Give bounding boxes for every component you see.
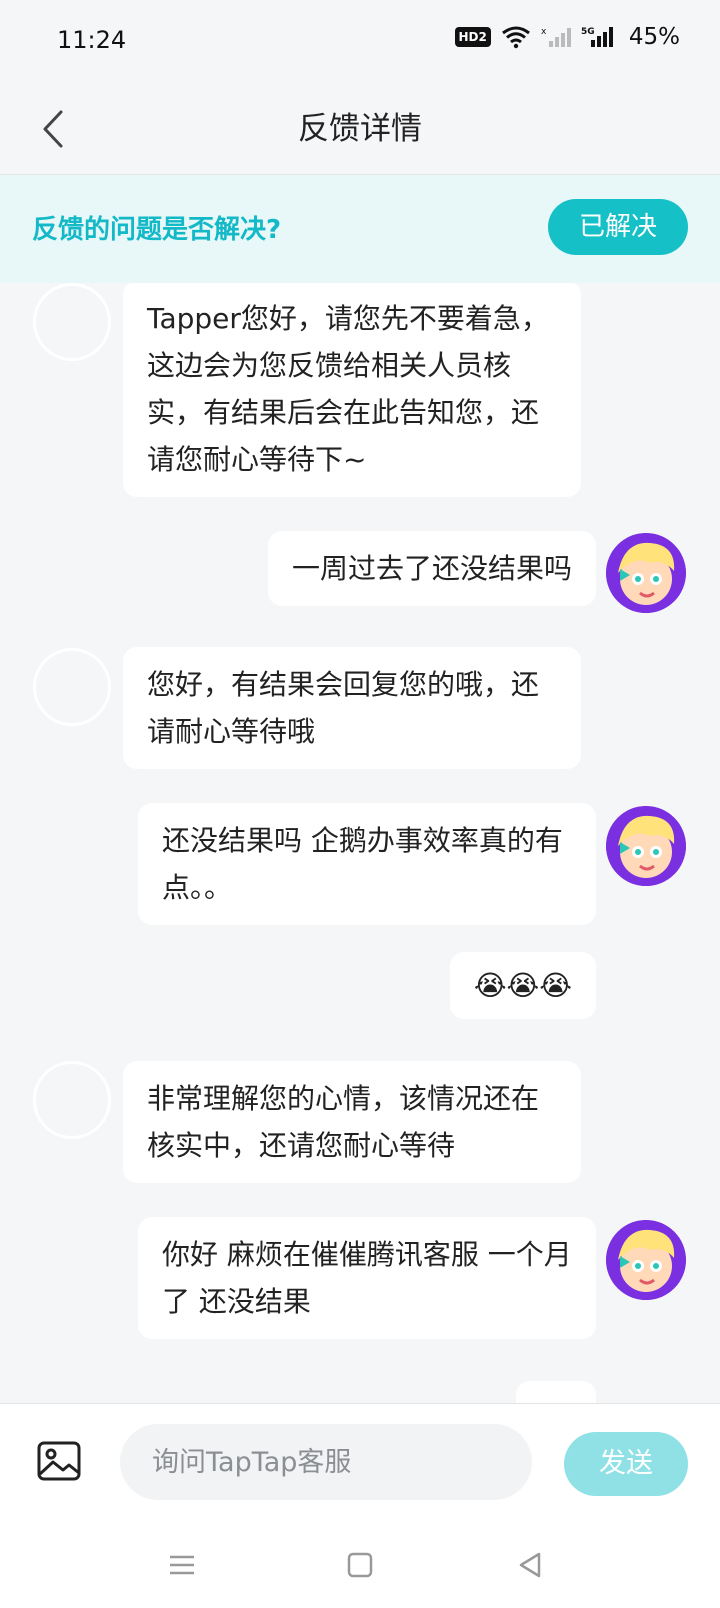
svg-text:x: x (541, 27, 547, 37)
status-icons: HD2 x 5G 45% (454, 24, 680, 50)
send-button[interactable]: 发送 (564, 1432, 688, 1496)
message-bubble-support: 您好，有结果会回复您的哦，还请耐心等待哦 (123, 647, 581, 769)
message-bubble-user: 你好 麻烦在催催腾讯客服 一个月了 还没结果 (138, 1217, 596, 1339)
resolve-banner: 反馈的问题是否解决? 已解决 (0, 175, 720, 283)
user-avatar[interactable] (606, 806, 686, 886)
avatar-character-icon (606, 806, 686, 886)
support-avatar (33, 1061, 111, 1139)
wifi-icon (501, 26, 530, 49)
system-navigation-bar (0, 1523, 720, 1608)
nav-bar: 反馈详情 (0, 84, 720, 175)
page-title: 反馈详情 (298, 111, 422, 147)
message-bubble-user: 一周过去了还没结果吗 (267, 531, 596, 606)
message-input[interactable] (120, 1424, 532, 1500)
triangle-back-icon (519, 1552, 541, 1578)
message-bubble-partial (516, 1381, 596, 1403)
signal-5g-icon: 5G (581, 27, 613, 47)
input-bar: 发送 (0, 1403, 720, 1524)
message-bubble-support: Tapper您好，请您先不要着急，这边会为您反馈给相关人员核实，有结果后会在此告… (123, 283, 581, 497)
back-nav-button[interactable] (508, 1543, 552, 1587)
signal-no-sim-icon: x (541, 27, 571, 47)
resolve-question: 反馈的问题是否解决? (32, 215, 282, 245)
menu-button[interactable] (160, 1543, 204, 1587)
support-avatar (33, 648, 111, 726)
avatar-character-icon (606, 533, 686, 613)
image-upload-button[interactable] (36, 1438, 82, 1484)
chat-area[interactable]: Tapper您好，请您先不要着急，这边会为您反馈给相关人员核实，有结果后会在此告… (0, 283, 720, 1403)
home-button[interactable] (338, 1543, 382, 1587)
menu-icon (170, 1555, 194, 1575)
status-bar: 11:24 HD2 x 5G 45% (0, 0, 720, 84)
image-icon (37, 1441, 81, 1481)
support-avatar (33, 283, 111, 361)
user-avatar[interactable] (606, 533, 686, 613)
status-time: 11:24 (57, 26, 127, 54)
battery-level: 45% (628, 24, 680, 50)
message-bubble-user: 😭😭😭 (449, 952, 596, 1019)
svg-text:5G: 5G (581, 27, 595, 37)
message-bubble-user: 还没结果吗 企鹅办事效率真的有点。。 (138, 803, 596, 925)
resolved-button[interactable]: 已解决 (548, 199, 688, 255)
avatar-character-icon (606, 1220, 686, 1300)
user-avatar[interactable] (606, 1220, 686, 1300)
home-square-icon (347, 1552, 373, 1578)
message-bubble-support: 非常理解您的心情，该情况还在核实中，还请您耐心等待 (123, 1061, 581, 1183)
hd-voice-icon: HD2 (454, 27, 491, 47)
